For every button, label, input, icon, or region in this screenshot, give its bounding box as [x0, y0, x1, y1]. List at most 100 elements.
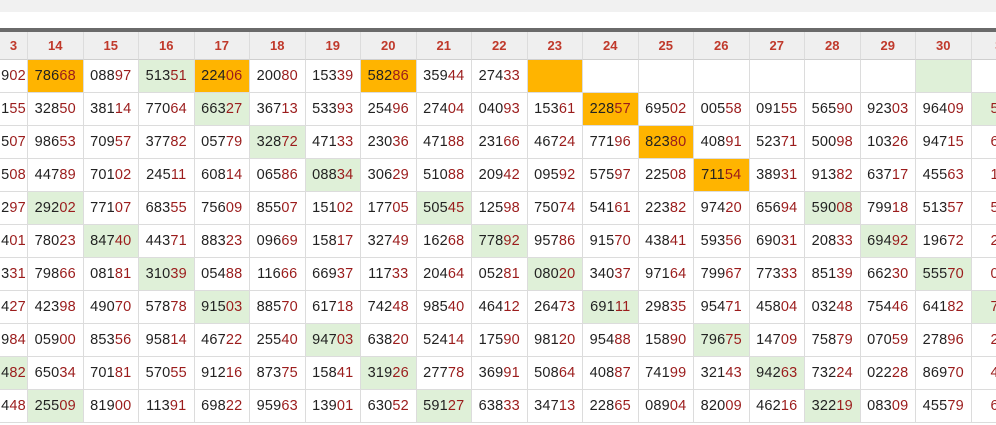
table-cell: 885 70 [250, 291, 306, 324]
table-cell: 377 82 [139, 126, 195, 159]
column-header: 16 [139, 32, 195, 60]
table-cell: 209 42 [472, 159, 528, 192]
table-cell: 28 [971, 225, 996, 258]
table-cell: 954 71 [694, 291, 750, 324]
table-cell: 5 07 [0, 126, 28, 159]
table-row: 4 01 780 23 847 40 443 71 883 23 096 69 158 17 327 49 16… [0, 225, 996, 258]
table-cell: 847 40 [83, 225, 139, 258]
table-cell [527, 60, 583, 93]
table-cell: 663 27 [194, 93, 250, 126]
table-cell: 389 31 [749, 159, 805, 192]
table-cell: 913 82 [805, 159, 861, 192]
table-cell: 083 09 [860, 390, 916, 423]
table-cell: 510 88 [416, 159, 472, 192]
table-cell: 162 68 [416, 225, 472, 258]
table-cell: 3 31 [0, 258, 28, 291]
column-header: 26 [694, 32, 750, 60]
table-cell: 758 79 [805, 324, 861, 357]
table-cell: 228 57 [583, 93, 639, 126]
table-cell: 971 64 [638, 258, 694, 291]
table-cell: 381 14 [83, 93, 139, 126]
column-header: 18 [250, 32, 306, 60]
table-cell: 923 03 [860, 93, 916, 126]
table-cell: 780 23 [28, 225, 84, 258]
table-cell: 637 17 [860, 159, 916, 192]
table-cell: 089 04 [638, 390, 694, 423]
column-header: 27 [749, 32, 805, 60]
table-cell: 630 52 [361, 390, 417, 423]
table-cell: 533 93 [305, 93, 361, 126]
table-cell: 153 61 [527, 93, 583, 126]
table-cell: 541 61 [583, 192, 639, 225]
table-cell: 455 79 [916, 390, 972, 423]
table-cell: 321 43 [694, 357, 750, 390]
table-cell: 701 02 [83, 159, 139, 192]
table-cell: 005 58 [694, 93, 750, 126]
table-cell: 986 53 [28, 126, 84, 159]
table-cell: 750 74 [527, 192, 583, 225]
table-cell: 62 [971, 126, 996, 159]
table-cell: 340 37 [583, 258, 639, 291]
table-cell: 851 39 [805, 258, 861, 291]
table-cell: 245 11 [139, 159, 195, 192]
table-cell: 277 78 [416, 357, 472, 390]
table-cell: 447 89 [28, 159, 84, 192]
table-cell: 070 59 [860, 324, 916, 357]
table-cell: 347 13 [527, 390, 583, 423]
table-cell: 274 04 [416, 93, 472, 126]
table-cell: 153 39 [305, 60, 361, 93]
table-cell: 796 75 [694, 324, 750, 357]
table-cell: 959 63 [250, 390, 306, 423]
table-cell: 771 96 [583, 126, 639, 159]
table-cell: 228 65 [583, 390, 639, 423]
table-cell: 638 20 [361, 324, 417, 357]
table-cell: 319 26 [361, 357, 417, 390]
table-cell: 799 67 [694, 258, 750, 291]
table-cell: 683 55 [139, 192, 195, 225]
table-cell: 591 27 [416, 390, 472, 423]
table-cell: 9 02 [0, 60, 28, 93]
table-cell: 208 33 [805, 225, 861, 258]
table-cell: 964 09 [916, 93, 972, 126]
table-cell: 147 09 [749, 324, 805, 357]
table-cell [638, 60, 694, 93]
table-cell: 638 33 [472, 390, 528, 423]
table-cell: 223 82 [638, 192, 694, 225]
table-cell: 799 18 [860, 192, 916, 225]
table-cell: 490 70 [83, 291, 139, 324]
table-cell: 524 14 [416, 324, 472, 357]
table-cell: 742 48 [361, 291, 417, 324]
table-cell: 4 48 [0, 390, 28, 423]
table-cell: 091 55 [749, 93, 805, 126]
column-header: 30 [916, 32, 972, 60]
table-cell: 500 98 [805, 126, 861, 159]
column-header: 15 [83, 32, 139, 60]
table-cell: 786 68 [28, 60, 84, 93]
column-header: 23 [527, 32, 583, 60]
table-cell: 823 80 [638, 126, 694, 159]
table-cell: 158 90 [638, 324, 694, 357]
table-cell [916, 60, 972, 93]
table-cell: 139 01 [305, 390, 361, 423]
table-cell: 981 20 [527, 324, 583, 357]
table-cell: 754 46 [860, 291, 916, 324]
table-cell [860, 60, 916, 93]
table-cell [971, 60, 996, 93]
table-cell: 915 70 [583, 225, 639, 258]
table-cell: 088 97 [83, 60, 139, 93]
table-cell: 158 41 [305, 357, 361, 390]
table-cell: 819 00 [83, 390, 139, 423]
table-cell: 458 04 [749, 291, 805, 324]
table-cell: 590 08 [805, 192, 861, 225]
table-cell: 117 33 [361, 258, 417, 291]
table-cell: 820 09 [694, 390, 750, 423]
table-cell: 513 57 [916, 192, 972, 225]
table-row: 4 48 255 09 819 00 113 91 698 22 959 63 139 01 630 52 59… [0, 390, 996, 423]
table-cell: 054 88 [194, 258, 250, 291]
table-cell: 231 66 [472, 126, 528, 159]
table-cell: 327 49 [361, 225, 417, 258]
table-cell: 50 [971, 93, 996, 126]
table-cell: 464 12 [472, 291, 528, 324]
table-cell: 958 14 [139, 324, 195, 357]
table-cell: 773 33 [749, 258, 805, 291]
